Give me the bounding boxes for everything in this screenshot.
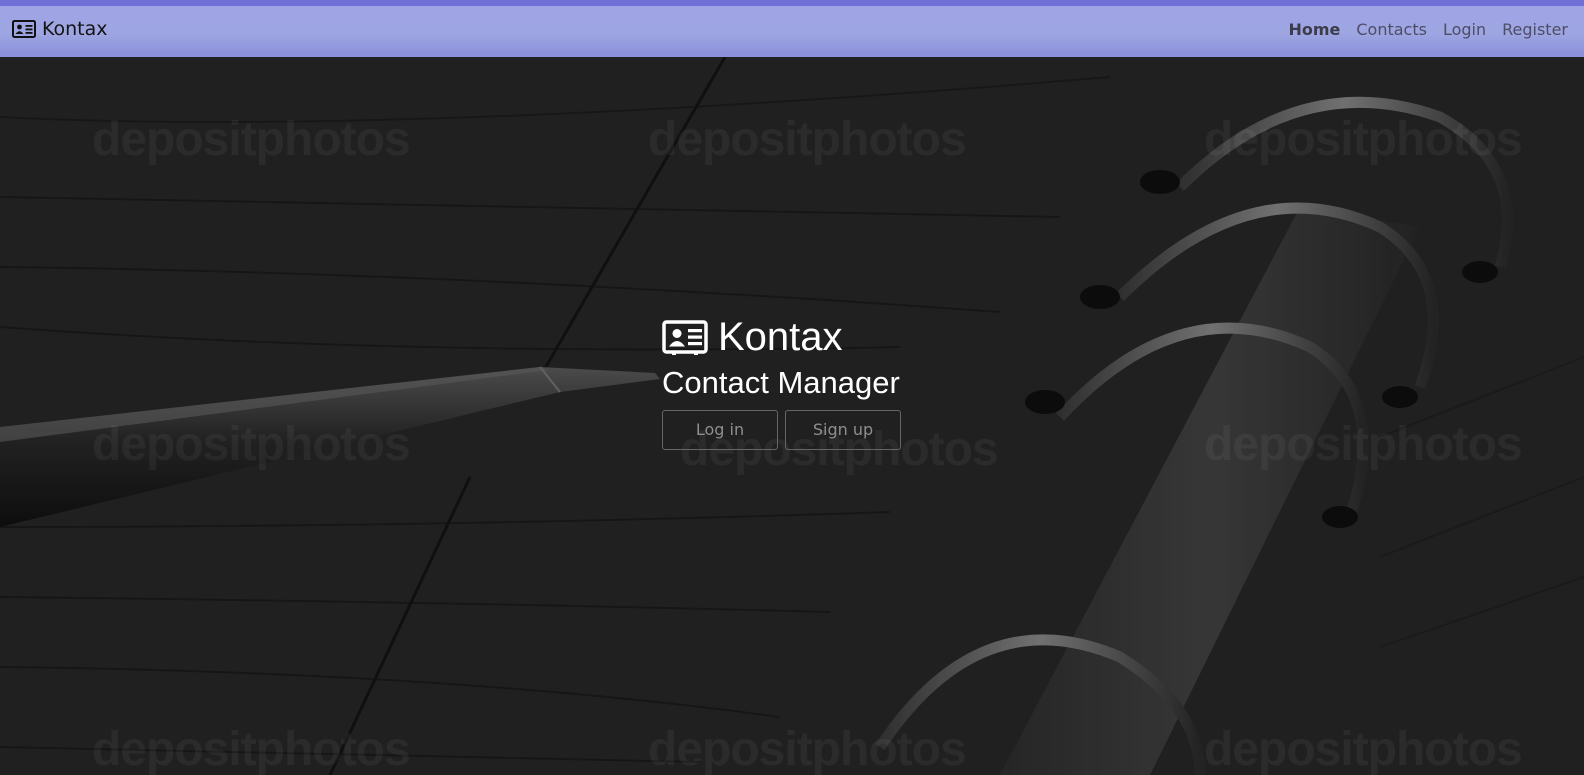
watermark: depositphotos bbox=[92, 113, 411, 166]
hero-title-row: Kontax bbox=[662, 312, 982, 362]
signup-button[interactable]: Sign up bbox=[785, 410, 901, 450]
hero-title: Kontax bbox=[718, 315, 843, 359]
brand-link[interactable]: Kontax bbox=[12, 18, 108, 40]
nav-links: Home Contacts Login Register bbox=[1288, 20, 1568, 40]
nav-contacts[interactable]: Contacts bbox=[1356, 20, 1427, 40]
hero-subtitle: Contact Manager bbox=[662, 365, 900, 400]
hero-content: Kontax Contact Manager Log in Sign up bbox=[662, 312, 982, 450]
hero-section: depositphotos depositphotos depositphoto… bbox=[0, 57, 1584, 775]
nav-register[interactable]: Register bbox=[1502, 20, 1568, 40]
watermark: depositphotos bbox=[648, 113, 967, 166]
watermark: depositphotos bbox=[1204, 113, 1523, 166]
hero-actions: Log in Sign up bbox=[662, 410, 982, 450]
watermark: depositphotos bbox=[92, 418, 411, 471]
nav-login[interactable]: Login bbox=[1443, 20, 1486, 40]
id-card-icon bbox=[662, 319, 708, 355]
watermark: depositphotos bbox=[92, 723, 411, 775]
id-card-icon bbox=[12, 19, 36, 39]
watermark: depositphotos bbox=[648, 723, 967, 775]
nav-home[interactable]: Home bbox=[1288, 20, 1340, 40]
watermark: depositphotos bbox=[1204, 723, 1523, 775]
brand-name: Kontax bbox=[42, 18, 108, 40]
navbar: Kontax Home Contacts Login Register bbox=[0, 6, 1584, 57]
login-button[interactable]: Log in bbox=[662, 410, 778, 450]
watermark: depositphotos bbox=[1204, 418, 1523, 471]
